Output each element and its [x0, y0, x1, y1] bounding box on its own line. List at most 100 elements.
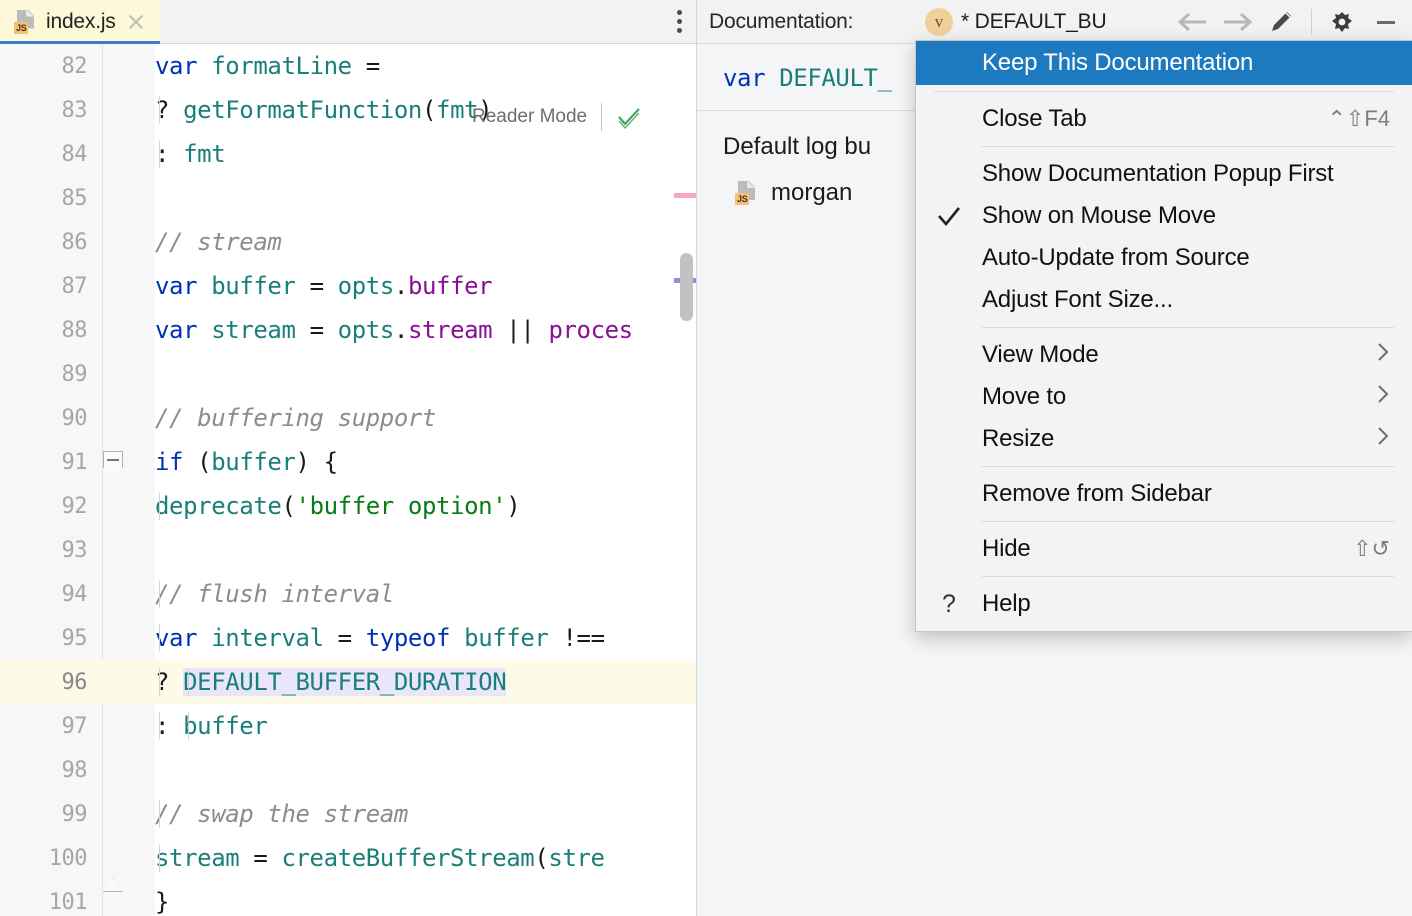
more-vertical-icon[interactable]: [677, 10, 683, 34]
menu-item-view-mode[interactable]: View Mode: [916, 334, 1412, 376]
reader-mode-inlay[interactable]: Reader Mode: [472, 102, 642, 132]
line-number[interactable]: 92: [0, 494, 95, 519]
menu-item-auto-update-from-source[interactable]: Auto-Update from Source: [916, 237, 1412, 279]
code-token: (: [534, 844, 548, 872]
code-line[interactable]: 88var stream = opts.stream || proces: [0, 308, 697, 352]
code-line[interactable]: 82var formatLine =: [0, 44, 697, 88]
line-number[interactable]: 98: [0, 758, 95, 783]
fold-column[interactable]: [95, 484, 155, 528]
fold-column[interactable]: [95, 836, 155, 880]
code-token: DEFAULT_BUFFER_DURATION: [183, 668, 506, 696]
expand-icon[interactable]: [103, 878, 123, 896]
documentation-tab[interactable]: v * DEFAULT_BU: [925, 0, 1106, 44]
code-line[interactable]: 97 : buffer: [0, 704, 697, 748]
collapse-icon[interactable]: [103, 451, 123, 475]
line-number[interactable]: 96: [0, 670, 95, 695]
code-line[interactable]: 91if (buffer) {: [0, 440, 697, 484]
code-line[interactable]: 92 deprecate('buffer option'): [0, 484, 697, 528]
fold-column[interactable]: [95, 528, 155, 572]
line-number[interactable]: 91: [0, 450, 95, 475]
fold-column[interactable]: [95, 176, 155, 220]
back-arrow-icon[interactable]: [1173, 2, 1213, 42]
code-line[interactable]: 99 // swap the stream: [0, 792, 697, 836]
forward-arrow-icon[interactable]: [1217, 2, 1257, 42]
code-line[interactable]: 95 var interval = typeof buffer !==: [0, 616, 697, 660]
menu-item-resize[interactable]: Resize: [916, 418, 1412, 460]
code-line[interactable]: 96 ? DEFAULT_BUFFER_DURATION: [0, 660, 697, 704]
indent-guide: [188, 668, 189, 696]
fold-column[interactable]: [95, 352, 155, 396]
menu-item-show-on-mouse-move[interactable]: Show on Mouse Move: [916, 195, 1412, 237]
editor-tab-index-js[interactable]: JS index.js: [0, 0, 160, 44]
menu-item-keep-this-documentation[interactable]: Keep This Documentation: [916, 41, 1412, 85]
code-line[interactable]: 85: [0, 176, 697, 220]
code-line[interactable]: 93: [0, 528, 697, 572]
menu-item-label: Resize: [982, 425, 1356, 453]
fold-column[interactable]: [95, 748, 155, 792]
code-line[interactable]: 101}: [0, 880, 697, 916]
code-line[interactable]: 90// buffering support: [0, 396, 697, 440]
fold-column[interactable]: [95, 704, 155, 748]
line-number[interactable]: 94: [0, 582, 95, 607]
line-number[interactable]: 101: [0, 890, 95, 915]
line-number[interactable]: 88: [0, 318, 95, 343]
fold-column[interactable]: [95, 396, 155, 440]
line-number[interactable]: 99: [0, 802, 95, 827]
indent-guide: [159, 800, 160, 828]
fold-column[interactable]: [95, 220, 155, 264]
gear-icon[interactable]: [1322, 2, 1362, 42]
menu-item-show-documentation-popup-first[interactable]: Show Documentation Popup First: [916, 153, 1412, 195]
line-number[interactable]: 87: [0, 274, 95, 299]
fold-column[interactable]: [95, 572, 155, 616]
question-mark-icon: ?: [916, 590, 982, 619]
line-number[interactable]: 90: [0, 406, 95, 431]
fold-column[interactable]: [95, 440, 155, 484]
fold-column[interactable]: [95, 308, 155, 352]
change-marker-pink[interactable]: [674, 193, 696, 198]
code-line[interactable]: 94 // flush interval: [0, 572, 697, 616]
code-line[interactable]: 98: [0, 748, 697, 792]
edit-pencil-icon[interactable]: [1261, 2, 1301, 42]
line-number[interactable]: 83: [0, 98, 95, 123]
documentation-context-menu[interactable]: Keep This Documentation Close Tab⌃⇧F4 Show…: [915, 40, 1412, 632]
code-line[interactable]: 86 // stream: [0, 220, 697, 264]
reader-mode-label: Reader Mode: [472, 106, 587, 128]
fold-column[interactable]: [95, 880, 155, 916]
code-line[interactable]: 87var buffer = opts.buffer: [0, 264, 697, 308]
line-number[interactable]: 82: [0, 54, 95, 79]
fold-column[interactable]: [95, 132, 155, 176]
menu-item-move-to[interactable]: Move to: [916, 376, 1412, 418]
code-token: [197, 272, 211, 300]
fold-column[interactable]: [95, 660, 155, 704]
minimize-icon[interactable]: [1366, 2, 1406, 42]
fold-column[interactable]: [95, 44, 155, 88]
line-number[interactable]: 84: [0, 142, 95, 167]
code-line[interactable]: 100 stream = createBufferStream(stre: [0, 836, 697, 880]
line-number[interactable]: 86: [0, 230, 95, 255]
line-number[interactable]: 85: [0, 186, 95, 211]
menu-item-help[interactable]: ?Help: [916, 583, 1412, 625]
menu-item-close-tab[interactable]: Close Tab⌃⇧F4: [916, 98, 1412, 140]
menu-item-hide[interactable]: Hide⇧↺: [916, 528, 1412, 570]
indent-guide: [159, 844, 160, 872]
fold-column[interactable]: [95, 792, 155, 836]
menu-item-remove-from-sidebar[interactable]: Remove from Sidebar: [916, 473, 1412, 515]
menu-item-adjust-font-size[interactable]: Adjust Font Size...: [916, 279, 1412, 321]
close-icon[interactable]: [126, 12, 146, 32]
fold-column[interactable]: [95, 264, 155, 308]
fold-column[interactable]: [95, 88, 155, 132]
scrollbar-thumb[interactable]: [680, 253, 693, 321]
code-line[interactable]: 84 : fmt: [0, 132, 697, 176]
editor-scrollbar[interactable]: [675, 88, 697, 916]
code-text: var interval = typeof buffer !==: [155, 624, 697, 652]
line-number[interactable]: 97: [0, 714, 95, 739]
code-token: // stream: [155, 228, 281, 256]
line-number[interactable]: 93: [0, 538, 95, 563]
line-number[interactable]: 100: [0, 846, 95, 871]
line-number[interactable]: 95: [0, 626, 95, 651]
code-line[interactable]: 89: [0, 352, 697, 396]
code-editor[interactable]: 82var formatLine = 83 ? getFormatFunctio…: [0, 44, 697, 916]
line-number[interactable]: 89: [0, 362, 95, 387]
fold-column[interactable]: [95, 616, 155, 660]
indent-guide: [159, 96, 160, 124]
